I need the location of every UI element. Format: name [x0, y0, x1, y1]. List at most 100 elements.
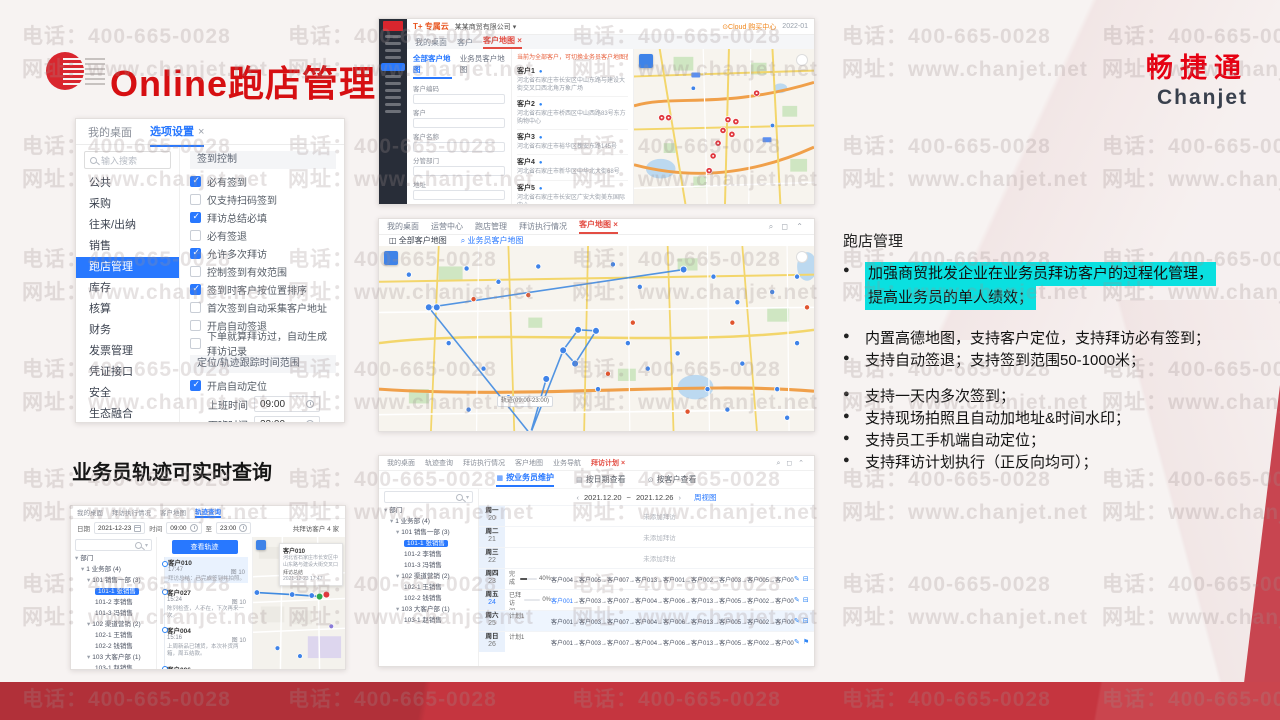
tab-my-desktop[interactable]: 我的桌面 — [415, 37, 447, 48]
customer-input[interactable] — [413, 118, 505, 128]
checkbox[interactable] — [190, 337, 201, 349]
tree-node[interactable]: ▾ 101 销售一部 (3) — [75, 575, 152, 586]
map-layers-control[interactable] — [639, 54, 653, 68]
tree-node[interactable]: ▾ 部门 — [75, 553, 152, 564]
tree-node[interactable]: ▾ 102 渠道营销 (2) — [384, 571, 473, 582]
checkbox[interactable] — [190, 247, 201, 259]
tab-visit-plan[interactable]: 拜访计划 × — [591, 458, 625, 468]
window-icons[interactable]: ⌕ ◻ ⌃ — [777, 459, 807, 468]
customer-list-item[interactable]: 客户4河北省石家庄市新华区中华北大街68号 — [517, 155, 628, 181]
delete-icon[interactable]: ⊟ — [803, 596, 809, 604]
checkbox[interactable] — [190, 379, 201, 391]
checkbox[interactable] — [190, 265, 201, 277]
tab-ops-center[interactable]: 运营中心 — [431, 221, 463, 232]
tree-node-selected[interactable]: 101-1 张销售 — [384, 538, 473, 549]
close-icon[interactable]: × — [198, 126, 204, 138]
checkbox[interactable] — [190, 229, 201, 241]
tree-node[interactable]: ▾ 103 大客户部 (1) — [384, 604, 473, 615]
menu-item-finance[interactable]: 财务 — [76, 320, 179, 341]
edit-icon[interactable]: ✎ — [794, 575, 800, 583]
tab-my-desktop[interactable]: 我的桌面 — [88, 124, 132, 140]
tree-node[interactable]: 102-2 钱销售 — [75, 641, 152, 652]
menu-item-ar-ap[interactable]: 往来/出纳 — [76, 215, 179, 236]
checkbox[interactable] — [190, 283, 201, 295]
tab-track-query[interactable]: 轨迹查询 — [195, 506, 221, 518]
view-track-button[interactable]: 查看轨迹 — [171, 540, 238, 554]
company-selector[interactable]: 某某商贸有限公司 ▾ — [455, 22, 516, 32]
tab-customer-map[interactable]: 客户地图 × — [579, 219, 618, 234]
customer-code-input[interactable] — [413, 94, 505, 104]
prev-week-icon[interactable]: ‹ — [577, 493, 580, 502]
edit-icon[interactable]: ✎ — [794, 617, 800, 625]
map-layers-control[interactable] — [256, 540, 266, 550]
customer-name-input[interactable] — [413, 142, 505, 152]
checkbox[interactable] — [190, 175, 201, 187]
flag-icon[interactable]: ⚑ — [803, 638, 809, 646]
subtab-by-salesman[interactable]: ▦ 按业务员维护 — [496, 472, 555, 487]
trajectory-map-canvas[interactable]: 轨迹(09:00-23:00) — [379, 245, 814, 431]
delete-icon[interactable]: ⊟ — [803, 575, 809, 583]
tree-node[interactable]: 101-2 李销售 — [384, 549, 473, 560]
menu-item-eco[interactable]: 生态融合 — [76, 404, 179, 422]
menu-item-sales[interactable]: 销售 — [76, 236, 179, 257]
tab-customer-map[interactable]: 客户地图 — [160, 507, 186, 517]
tab-visit-execution[interactable]: 拜访执行情况 — [463, 458, 505, 468]
customer-map-canvas[interactable] — [633, 48, 814, 204]
visit-entry[interactable]: 客户006 13:24图 10 核对库存，上周活动赠品50元5箱，月底兑付。 — [162, 661, 248, 669]
time-to-input[interactable]: 23:00 — [216, 522, 252, 534]
tab-business-nav[interactable]: 业务导航 — [553, 458, 581, 468]
edit-icon[interactable]: ✎ — [794, 638, 800, 646]
menu-item-voucher[interactable]: 凭证接口 — [76, 362, 179, 383]
week-view-link[interactable]: 周视图 — [694, 492, 717, 503]
tree-node[interactable]: ▾ 1 业务部 (4) — [384, 516, 473, 527]
checkbox[interactable] — [190, 193, 201, 205]
tree-node[interactable]: ▾ 103 大客户部 (1) — [75, 652, 152, 663]
tree-node-selected[interactable]: 101-1 张销售 — [75, 586, 152, 597]
tab-my-desktop[interactable]: 我的桌面 — [387, 458, 415, 468]
tree-node[interactable]: 101-3 冯销售 — [384, 560, 473, 571]
menu-item-security[interactable]: 安全 — [76, 383, 179, 404]
tab-visit-execution[interactable]: 拜访执行情况 — [112, 507, 151, 517]
edit-icon[interactable]: ✎ — [794, 596, 800, 604]
search-input[interactable]: 输入搜索 — [84, 151, 171, 169]
tree-node[interactable]: 102-1 王销售 — [75, 630, 152, 641]
start-time-input[interactable]: 09:00 — [254, 396, 320, 412]
tab-customer-map[interactable]: 客户地图 — [515, 458, 543, 468]
checkbox[interactable] — [190, 301, 201, 313]
visit-entry[interactable]: 客户027 15:24 图 10 陈列检查，人不在，下次再来一次。 — [162, 585, 248, 624]
tab-store-visit[interactable]: 跑店管理 — [475, 221, 507, 232]
menu-item-inventory[interactable]: 库存 — [76, 278, 179, 299]
tree-node[interactable]: 103-1 赵销售 — [384, 615, 473, 626]
checkbox[interactable] — [190, 211, 201, 223]
tree-search-input[interactable]: ▾ — [75, 539, 152, 551]
tree-node[interactable]: 102-1 王销售 — [384, 582, 473, 593]
subtab-by-date[interactable]: ▤ 按日期查看 — [576, 474, 626, 485]
tab-option-settings[interactable]: 选项设置 × — [150, 123, 205, 147]
subtab-all-customer-map[interactable]: 全部客户地图 — [413, 53, 452, 79]
visit-entry[interactable]: 客户004 15:16 图 10 上周新品已铺货，本次补货两箱，周五结款。 — [162, 623, 248, 662]
department-input[interactable] — [413, 166, 505, 176]
menu-item-store-visit[interactable]: 跑店管理 — [76, 257, 179, 278]
subtab-salesman-customer-map[interactable]: ⌕ 业务员客户地图 — [461, 235, 524, 246]
time-from-input[interactable]: 09:00 — [166, 522, 202, 534]
menu-item-public[interactable]: 公共 — [76, 173, 179, 194]
date-input[interactable]: 2021-12-23 — [94, 522, 146, 534]
tree-node[interactable]: 101-2 李销售 — [75, 597, 152, 608]
track-map-canvas[interactable]: 客户010 河北省石家庄市长安区中山东路与建设大街交叉口 拜访总结 2021-1… — [252, 536, 345, 669]
tab-visit-execution[interactable]: 拜访执行情况 — [519, 221, 567, 232]
tree-node[interactable]: ▾ 102 渠道营销 (2) — [75, 619, 152, 630]
window-icons[interactable]: ⌕ ◻ ⌃ — [769, 222, 806, 232]
tree-search-input[interactable]: ▾ — [384, 491, 473, 503]
customer-list-item[interactable]: 客户2河北省石家庄市桥西区中山西路83号东方购物中心 — [517, 97, 628, 131]
address-input[interactable] — [413, 190, 505, 200]
tree-node[interactable]: ▾ 部门 — [384, 505, 473, 516]
tree-node[interactable]: 103-1 赵销售 — [75, 663, 152, 669]
menu-item-invoice[interactable]: 发票管理 — [76, 341, 179, 362]
tree-node[interactable]: ▾ 101 销售一部 (3) — [384, 527, 473, 538]
tab-my-desktop[interactable]: 我的桌面 — [77, 507, 103, 517]
map-layers-control[interactable] — [384, 251, 398, 265]
menu-item-accounting[interactable]: 核算 — [76, 299, 179, 320]
customer-list-item[interactable]: 客户1河北省石家庄市长安区中山东路与建设大街交叉口西北角万象广场 — [517, 64, 628, 98]
tab-customer-map[interactable]: 客户地图 × — [483, 35, 522, 49]
tree-node[interactable]: 101-3 冯销售 — [75, 608, 152, 619]
